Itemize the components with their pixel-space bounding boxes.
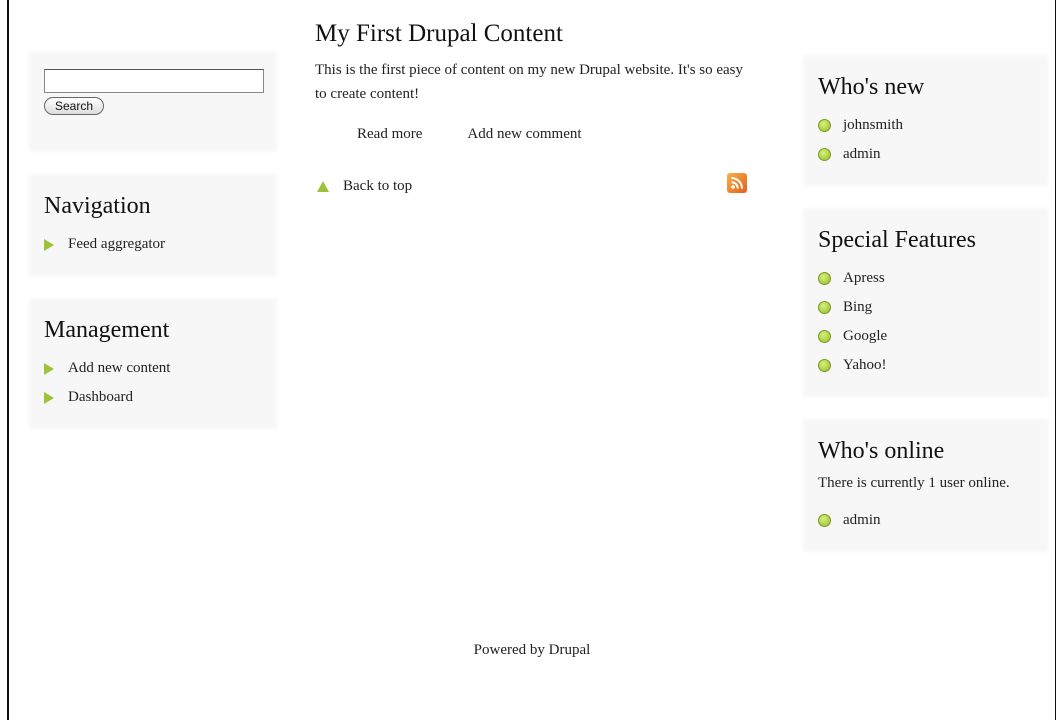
whos-new-title: Who's new (818, 74, 925, 100)
add-comment-link[interactable]: Add new comment (467, 126, 581, 143)
nav-item-feed-aggregator[interactable]: Feed aggregator (44, 230, 262, 259)
mgmt-item-dashboard[interactable]: Dashboard (44, 383, 262, 412)
bullet-circle-icon (818, 301, 831, 314)
mgmt-item-add-new-content[interactable]: Add new content (44, 354, 262, 383)
bullet-circle-icon (818, 514, 831, 527)
navigation-menu: Feed aggregator (44, 230, 262, 259)
user-link[interactable]: admin (843, 140, 881, 169)
special-features-list: Apress Bing Google Yahoo! (818, 264, 1034, 380)
whos-online-list: admin (818, 506, 1034, 535)
feature-link[interactable]: Apress (843, 264, 885, 293)
main-content: My First Drupal Content This is the firs… (315, 20, 747, 199)
bullet-circle-icon (818, 119, 831, 132)
feature-link[interactable]: Yahoo! (843, 351, 886, 380)
user-link[interactable]: admin (843, 506, 881, 535)
right-sidebar: Who's new johnsmith admin Special Featur… (806, 58, 1046, 577)
footer-text: Powered by Drupal (473, 642, 591, 658)
whos-online-block: Who's online There is currently 1 user o… (806, 422, 1046, 549)
search-block: Search (32, 55, 274, 149)
arrow-right-icon (44, 238, 54, 251)
node-title[interactable]: My First Drupal Content (315, 20, 747, 48)
list-item[interactable]: Yahoo! (818, 351, 1034, 380)
list-item[interactable]: Apress (818, 264, 1034, 293)
special-features-title: Special Features (818, 227, 976, 253)
footer: Powered by Drupal (9, 642, 1055, 659)
feature-link[interactable]: Bing (843, 293, 872, 322)
user-link[interactable]: johnsmith (843, 111, 903, 140)
arrow-right-icon (44, 362, 54, 375)
page-frame: Search Navigation Feed aggregator Manage… (7, 0, 1056, 720)
bullet-circle-icon (818, 148, 831, 161)
management-block: Management Add new content Dashboard (32, 301, 274, 426)
bullet-circle-icon (818, 330, 831, 343)
rss-icon-glyph (731, 177, 743, 189)
read-more-link[interactable]: Read more (357, 126, 422, 143)
bullet-circle-icon (818, 272, 831, 285)
online-status-text: There is currently 1 user online. (818, 475, 1010, 491)
whos-new-list: johnsmith admin (818, 111, 1034, 169)
search-button[interactable]: Search (44, 97, 105, 115)
list-item[interactable]: Bing (818, 293, 1034, 322)
node-body: This is the first piece of content on my… (315, 62, 744, 102)
management-title: Management (44, 317, 170, 343)
bullet-circle-icon (818, 359, 831, 372)
search-input[interactable] (44, 69, 264, 93)
mgmt-item-label[interactable]: Dashboard (68, 383, 133, 412)
rss-feed-icon[interactable] (727, 173, 747, 193)
list-item[interactable]: admin (818, 506, 1034, 535)
special-features-block: Special Features Apress Bing Google Yaho… (806, 211, 1046, 394)
whos-online-title: Who's online (818, 438, 945, 464)
whos-new-block: Who's new johnsmith admin (806, 58, 1046, 183)
node-links: Read more Add new comment (315, 126, 747, 143)
management-menu: Add new content Dashboard (44, 354, 262, 412)
arrow-up-icon (317, 180, 329, 192)
feature-link[interactable]: Google (843, 322, 887, 351)
list-item[interactable]: johnsmith (818, 111, 1034, 140)
mgmt-item-label[interactable]: Add new content (68, 354, 170, 383)
navigation-block: Navigation Feed aggregator (32, 177, 274, 273)
nav-item-label[interactable]: Feed aggregator (68, 230, 165, 259)
back-to-top-row: Back to top (315, 173, 747, 199)
navigation-title: Navigation (44, 193, 151, 219)
arrow-right-icon (44, 391, 54, 404)
back-to-top-link[interactable]: Back to top (343, 178, 412, 195)
left-sidebar: Search Navigation Feed aggregator Manage… (32, 55, 274, 454)
list-item[interactable]: Google (818, 322, 1034, 351)
list-item[interactable]: admin (818, 140, 1034, 169)
